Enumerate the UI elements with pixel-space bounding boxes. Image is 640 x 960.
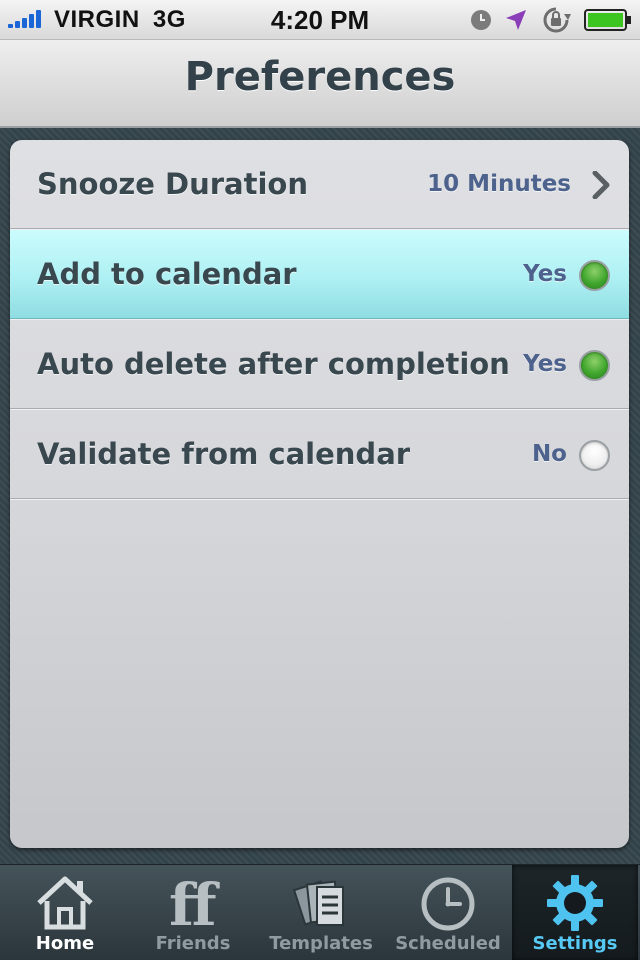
page-title: Preferences: [184, 54, 456, 100]
validate-from-calendar-row[interactable]: Validate from calendar No: [10, 410, 629, 499]
tab-settings[interactable]: Settings: [512, 865, 638, 960]
preferences-list: Snooze Duration 10 Minutes Add to calend…: [10, 140, 629, 848]
status-icons: [470, 6, 632, 34]
battery-icon: [584, 9, 632, 31]
clock-icon: [470, 9, 492, 31]
row-label: Add to calendar: [37, 257, 297, 291]
rotation-lock-icon: [540, 6, 572, 34]
tab-label: Settings: [532, 933, 618, 954]
validate-from-calendar-value: No: [531, 441, 567, 467]
add-to-calendar-toggle[interactable]: [579, 260, 610, 291]
navigation-bar: Preferences: [0, 40, 640, 128]
snooze-duration-row[interactable]: Snooze Duration 10 Minutes: [10, 140, 629, 229]
auto-delete-value: Yes: [523, 351, 567, 377]
tab-templates[interactable]: Templates: [258, 865, 384, 960]
validate-from-calendar-toggle[interactable]: [579, 440, 610, 471]
svg-text:ff: ff: [169, 875, 220, 931]
add-to-calendar-value: Yes: [523, 261, 567, 287]
location-arrow-icon: [504, 8, 528, 32]
tab-bar: Home ff Friends Templates Scheduled Sett…: [0, 864, 640, 960]
row-label: Validate from calendar: [37, 437, 411, 471]
add-to-calendar-row[interactable]: Add to calendar Yes: [10, 230, 629, 319]
tab-label: Templates: [269, 933, 373, 954]
friends-ff-icon: ff: [130, 873, 256, 933]
clock-icon: [385, 873, 511, 933]
status-bar: VIRGIN 3G 4:20 PM: [0, 0, 640, 40]
tab-home[interactable]: Home: [2, 865, 128, 960]
tab-friends[interactable]: ff Friends: [130, 865, 256, 960]
templates-icon: [258, 873, 384, 933]
tab-label: Home: [35, 933, 95, 954]
tab-label: Friends: [155, 933, 231, 954]
tab-scheduled[interactable]: Scheduled: [385, 865, 511, 960]
row-label: Snooze Duration: [37, 167, 308, 201]
auto-delete-toggle[interactable]: [579, 350, 610, 381]
home-icon: [2, 873, 128, 933]
gear-icon: [512, 873, 638, 933]
snooze-duration-value: 10 Minutes: [427, 171, 571, 197]
tab-label: Scheduled: [395, 933, 501, 954]
auto-delete-row[interactable]: Auto delete after completion Yes: [10, 320, 629, 409]
row-label: Auto delete after completion: [37, 347, 510, 381]
chevron-right-icon: [592, 171, 610, 199]
